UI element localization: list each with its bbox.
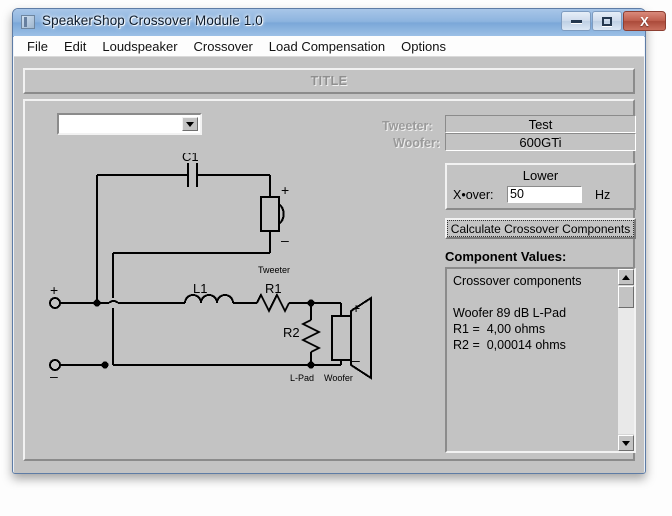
scrollbar-track[interactable] xyxy=(618,308,634,434)
schematic-input-minus: – xyxy=(50,368,58,384)
close-icon: X xyxy=(640,13,649,29)
menu-item-loudspeaker[interactable]: Loudspeaker xyxy=(94,37,185,56)
minimize-icon xyxy=(570,19,582,23)
schematic-label-r2: R2 xyxy=(283,325,300,340)
schematic-label-r1: R1 xyxy=(265,281,282,296)
menu-item-crossover[interactable]: Crossover xyxy=(186,37,261,56)
calculate-button-label: Calculate Crossover Components xyxy=(447,220,634,237)
calculate-crossover-button[interactable]: Calculate Crossover Components xyxy=(445,218,636,239)
woofer-value: 600GTi xyxy=(519,134,562,150)
page-title: TITLE xyxy=(310,74,348,88)
application-window: SpeakerShop Crossover Module 1.0 X File … xyxy=(12,8,666,474)
schematic-label-woofer: Woofer xyxy=(324,373,353,383)
maximize-icon xyxy=(602,16,612,26)
project-combobox[interactable] xyxy=(57,113,202,135)
triangle-down-icon xyxy=(622,440,630,446)
component-values-textarea[interactable]: Crossover components Woofer 89 dB L-Pad … xyxy=(445,267,636,453)
crossover-schematic: C1 L1 R1 R2 Tweeter Woofer L-Pad + – + –… xyxy=(49,153,372,384)
schematic-label-c1: C1 xyxy=(182,153,199,164)
chevron-down-icon[interactable] xyxy=(182,117,198,131)
schematic-label-tweeter: Tweeter xyxy=(258,265,290,275)
tweeter-label: Tweeter: xyxy=(382,119,433,133)
triangle-up-icon xyxy=(622,274,630,280)
menu-item-options[interactable]: Options xyxy=(393,37,454,56)
main-panel: C1 L1 R1 R2 Tweeter Woofer L-Pad + – + –… xyxy=(23,99,636,461)
maximize-button[interactable] xyxy=(592,11,622,31)
schematic-woofer-minus: – xyxy=(352,352,360,368)
tweeter-value-field[interactable]: Test xyxy=(445,115,636,133)
schematic-input-plus: + xyxy=(50,282,58,298)
minimize-button[interactable] xyxy=(561,11,591,31)
menubar: File Edit Loudspeaker Crossover Load Com… xyxy=(14,36,644,57)
scroll-up-button[interactable] xyxy=(618,269,634,285)
xover-label: X•over: xyxy=(453,188,494,202)
xover-unit-label: Hz xyxy=(595,188,611,202)
component-values-scrollbar[interactable] xyxy=(618,269,634,451)
woofer-value-field[interactable]: 600GTi xyxy=(445,133,636,151)
schematic-label-lpad: L-Pad xyxy=(290,373,314,383)
scroll-down-button[interactable] xyxy=(618,435,634,451)
title-panel: TITLE xyxy=(23,68,635,94)
client-area: TITLE C1 L1 R1 R2 Tweeter Woofer L-Pad +… xyxy=(14,57,644,473)
menu-item-load-compensation[interactable]: Load Compensation xyxy=(261,37,393,56)
app-icon xyxy=(21,15,35,29)
lower-group-title: Lower xyxy=(522,168,559,183)
schematic-woofer-plus: + xyxy=(352,300,360,316)
scrollbar-thumb[interactable] xyxy=(618,286,634,308)
woofer-label: Woofer: xyxy=(393,136,440,150)
component-values-text: Crossover components Woofer 89 dB L-Pad … xyxy=(453,274,582,352)
schematic-tweeter-plus: + xyxy=(281,182,289,198)
schematic-label-l1: L1 xyxy=(193,281,207,296)
component-values-heading: Component Values: xyxy=(445,249,567,264)
close-button[interactable]: X xyxy=(623,11,666,31)
schematic-tweeter-minus: – xyxy=(281,232,289,248)
xover-frequency-input[interactable]: 50 xyxy=(507,186,582,203)
menu-item-edit[interactable]: Edit xyxy=(56,37,94,56)
window-title: SpeakerShop Crossover Module 1.0 xyxy=(42,13,263,28)
window-titlebar[interactable]: SpeakerShop Crossover Module 1.0 X xyxy=(13,9,666,37)
lower-crossover-group: Lower X•over: 50 Hz xyxy=(445,163,636,210)
tweeter-value: Test xyxy=(528,116,553,132)
menu-item-file[interactable]: File xyxy=(19,37,56,56)
